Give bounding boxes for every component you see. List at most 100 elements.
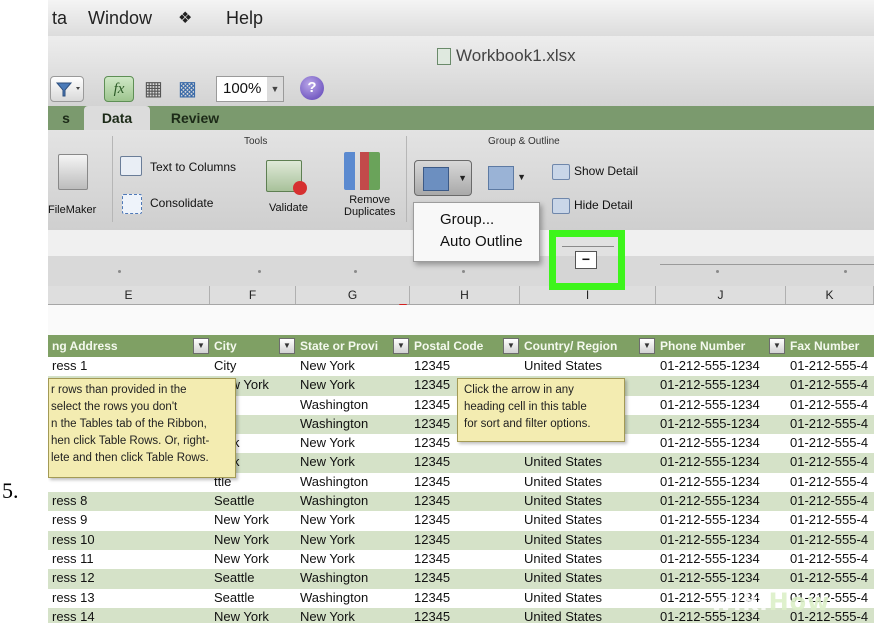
remove-duplicates-icon[interactable] [344,152,380,190]
formula-builder-button[interactable]: fx [104,76,134,102]
filter-dropdown-icon[interactable]: ▼ [193,338,209,354]
table-cell[interactable]: ress 1 [52,358,202,373]
table-cell[interactable]: ress 11 [52,551,202,566]
table-cell[interactable]: 01-212-555-1234 [660,512,784,527]
text-to-columns-button[interactable]: Text to Columns [150,160,236,174]
table-cell[interactable]: 12345 [414,512,514,527]
table-cell[interactable]: United States [524,474,652,489]
gallery-icon[interactable]: ▦ [144,76,170,102]
hide-detail-button[interactable]: Hide Detail [574,198,633,212]
chevron-down-icon[interactable]: ▼ [267,77,283,101]
column-header-h[interactable]: H [410,286,520,304]
table-cell[interactable]: 01-212-555-1234 [660,493,784,508]
table-row[interactable]: ress 1 City New York 12345 United States 01-2… [48,357,874,377]
table-cell[interactable]: 01-212-555-1234 [660,416,784,431]
table-cell[interactable]: City [214,358,294,373]
table-cell[interactable]: New York [300,551,408,566]
toolbox-icon[interactable]: ▩ [178,76,204,102]
tab-tables[interactable]: s [48,106,84,130]
table-cell[interactable]: United States [524,532,652,547]
table-cell[interactable]: 12345 [414,358,514,373]
table-cell[interactable]: 12345 [414,570,514,585]
table-cell[interactable]: 12345 [414,590,514,605]
menu-data[interactable]: ta [52,8,67,29]
table-cell[interactable]: Washington [300,590,408,605]
menu-item-group[interactable]: Group... [440,211,494,228]
filter-dropdown-icon[interactable]: ▼ [769,338,785,354]
table-row[interactable]: ress 12 Seattle Washington 12345 United Stat… [48,569,874,589]
column-header-e[interactable]: E [48,286,210,304]
table-cell[interactable]: 01-212-555-4 [790,454,874,469]
menu-window[interactable]: Window [88,8,152,29]
table-row[interactable]: ress 10 New York New York 12345 United State… [48,530,874,550]
filter-dropdown-icon[interactable]: ▼ [393,338,409,354]
script-menu-icon[interactable]: ❖ [178,8,192,28]
table-cell[interactable]: 12345 [414,474,514,489]
table-cell[interactable]: New York [300,435,408,450]
table-cell[interactable]: New York [214,512,294,527]
table-cell[interactable]: 01-212-555-4 [790,377,874,392]
table-cell[interactable]: 01-212-555-4 [790,512,874,527]
table-cell[interactable]: Washington [300,474,408,489]
table-cell[interactable]: Washington [300,493,408,508]
table-row[interactable]: ress 8 Seattle Washington 12345 United State… [48,492,874,512]
table-cell[interactable]: 01-212-555-4 [790,570,874,585]
table-cell[interactable]: United States [524,609,652,623]
table-cell[interactable]: United States [524,551,652,566]
collapse-outline-button[interactable]: − [575,251,597,269]
table-cell[interactable]: 12345 [414,493,514,508]
table-cell[interactable]: 01-212-555-4 [790,416,874,431]
table-cell[interactable]: 01-212-555-4 [790,358,874,373]
table-cell[interactable]: 01-212-555-4 [790,474,874,489]
filter-dropdown-icon[interactable]: ▼ [503,338,519,354]
filemaker-icon[interactable] [58,154,88,190]
table-cell[interactable]: Washington [300,416,408,431]
table-cell[interactable]: 01-212-555-1234 [660,474,784,489]
filter-dropdown-icon[interactable]: ▼ [279,338,295,354]
filter-dropdown-icon[interactable]: ▼ [639,338,655,354]
table-cell[interactable]: Washington [300,397,408,412]
show-detail-button[interactable]: Show Detail [574,164,638,178]
table-cell[interactable]: 01-212-555-1234 [660,551,784,566]
table-cell[interactable]: 01-212-555-1234 [660,397,784,412]
table-cell[interactable]: United States [524,570,652,585]
table-cell[interactable]: New York [300,512,408,527]
table-cell[interactable]: New York [214,609,294,623]
zoom-select[interactable]: 100% ▼ [216,76,284,102]
table-cell[interactable]: 01-212-555-4 [790,493,874,508]
table-cell[interactable]: United States [524,358,652,373]
ungroup-button[interactable]: ▼ [480,160,530,194]
column-header-f[interactable]: F [210,286,296,304]
table-row[interactable]: ress 9 New York New York 12345 United States… [48,511,874,531]
table-cell[interactable]: ress 13 [52,590,202,605]
table-cell[interactable]: Seattle [214,570,294,585]
table-cell[interactable]: 01-212-555-4 [790,397,874,412]
table-cell[interactable]: New York [300,532,408,547]
table-cell[interactable]: New York [214,551,294,566]
table-cell[interactable]: 01-212-555-1234 [660,532,784,547]
validate-button[interactable]: Validate [269,202,308,214]
tab-review[interactable]: Review [160,106,230,130]
table-cell[interactable]: 01-212-555-1234 [660,377,784,392]
menu-help[interactable]: Help [226,8,263,29]
table-cell[interactable]: Seattle [214,590,294,605]
table-cell[interactable]: 12345 [414,551,514,566]
table-cell[interactable]: 01-212-555-1234 [660,454,784,469]
table-cell[interactable]: United States [524,590,652,605]
table-cell[interactable]: New York [300,454,408,469]
empty-row[interactable] [48,305,874,335]
table-cell[interactable]: 01-212-555-4 [790,435,874,450]
help-icon[interactable]: ? [300,76,324,100]
table-cell[interactable]: 12345 [414,609,514,623]
tab-data[interactable]: Data [84,106,150,130]
table-cell[interactable]: 01-212-555-4 [790,532,874,547]
table-cell[interactable]: 01-212-555-1234 [660,435,784,450]
table-cell[interactable]: 12345 [414,454,514,469]
group-button[interactable]: ▼ [414,160,472,196]
table-cell[interactable]: 01-212-555-4 [790,551,874,566]
column-header-k[interactable]: K [786,286,874,304]
table-cell[interactable]: New York [214,532,294,547]
table-cell[interactable]: 01-212-555-1234 [660,358,784,373]
column-header-j[interactable]: J [656,286,786,304]
table-cell[interactable]: Seattle [214,493,294,508]
